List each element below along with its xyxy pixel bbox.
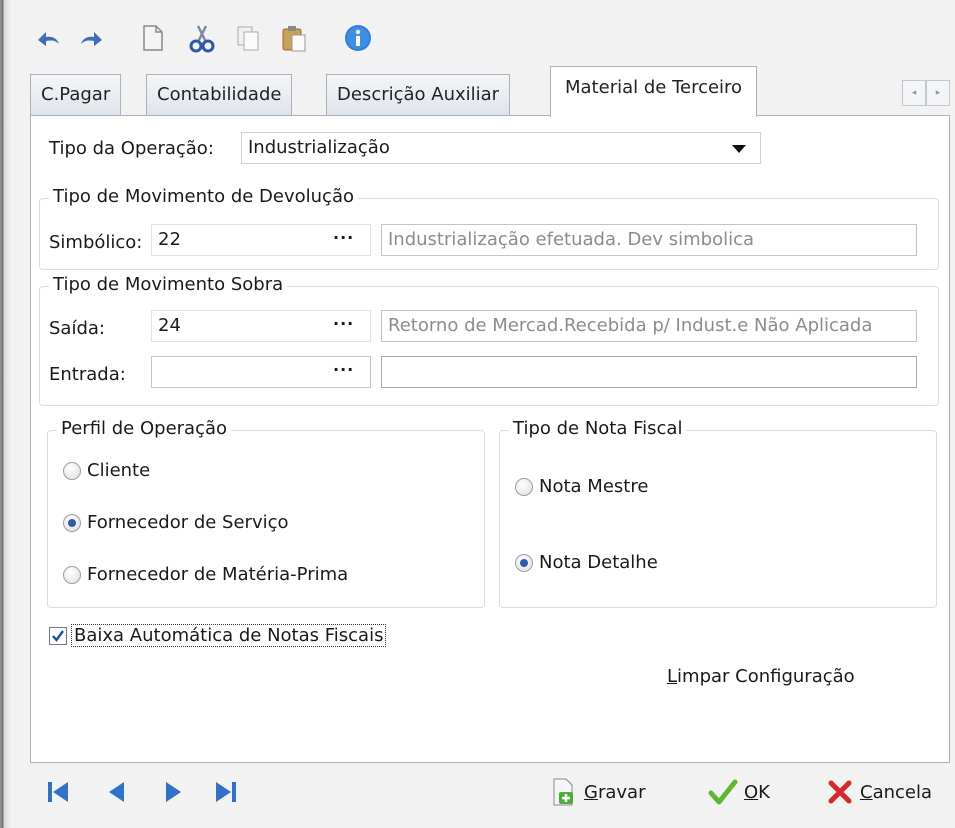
cancela-mnemonic: C [860, 781, 873, 803]
operation-label: Tipo da Operação: [49, 138, 214, 159]
radio-button-selected-icon [515, 553, 533, 572]
radio-nota-detalhe-label: Nota Detalhe [539, 552, 658, 573]
radio-fornecedor-servico[interactable]: Fornecedor de Serviço [63, 512, 289, 533]
undo-icon[interactable] [32, 22, 64, 54]
limpar-mnemonic: L [667, 666, 678, 687]
saida-description: Retorno de Mercad.Recebida p/ Indust.e N… [381, 310, 917, 342]
entrada-lookup-button[interactable]: ··· [333, 360, 354, 379]
toolbar [26, 14, 426, 62]
operation-select[interactable]: Industrialização [241, 132, 761, 164]
simbolico-lookup-button[interactable]: ··· [333, 228, 354, 247]
tab-scroll-right-button[interactable]: ▸ [926, 80, 950, 106]
tab-material-de-terceiro[interactable]: Material de Terceiro [550, 66, 758, 117]
new-document-icon[interactable] [136, 22, 168, 54]
baixa-automatica-checkbox[interactable]: Baixa Automática de Notas Fiscais [49, 624, 387, 647]
close-icon [828, 780, 852, 804]
radio-button-icon [515, 477, 533, 496]
operation-value: Industrialização [248, 137, 390, 158]
info-icon[interactable] [342, 22, 374, 54]
redo-icon[interactable] [76, 22, 108, 54]
gravar-label: ravar [597, 781, 646, 803]
paste-icon[interactable] [278, 22, 310, 54]
radio-nota-mestre-label: Nota Mestre [539, 476, 649, 497]
last-record-icon[interactable] [212, 777, 240, 807]
tab-scroll-buttons: ◂ ▸ [902, 80, 950, 106]
material-de-terceiro-panel: Tipo da Operação: Industrialização Tipo … [30, 115, 950, 763]
cancela-label: ancela [872, 781, 933, 803]
sobra-group [39, 286, 939, 406]
tab-c-pagar[interactable]: C.Pagar [30, 74, 122, 116]
radio-nota-detalhe[interactable]: Nota Detalhe [515, 552, 658, 573]
radio-button-icon [63, 565, 81, 584]
cancela-button[interactable]: Cancela [826, 777, 932, 807]
nota-group [499, 430, 937, 608]
first-record-icon[interactable] [44, 777, 72, 807]
cut-icon[interactable] [186, 22, 218, 54]
tab-bar: C.Pagar Contabilidade Descrição Auxiliar… [30, 66, 950, 117]
chevron-down-icon [732, 145, 746, 153]
copy-icon[interactable] [232, 22, 264, 54]
devolucao-title: Tipo de Movimento de Devolução [49, 186, 358, 207]
check-icon [708, 779, 738, 805]
tab-descricao-auxiliar[interactable]: Descrição Auxiliar [326, 74, 511, 116]
radio-button-selected-icon [63, 513, 81, 532]
entrada-label: Entrada: [49, 364, 126, 385]
perfil-title: Perfil de Operação [57, 418, 232, 439]
checkbox-box [49, 626, 67, 645]
radio-fornecedor-materia-prima-label: Fornecedor de Matéria-Prima [87, 564, 349, 585]
limpar-label: impar Configuração [677, 666, 855, 687]
previous-record-icon[interactable] [104, 777, 132, 807]
radio-nota-mestre[interactable]: Nota Mestre [515, 476, 648, 497]
next-record-icon[interactable] [158, 777, 186, 807]
saida-label: Saída: [49, 318, 105, 339]
saida-lookup-button[interactable]: ··· [333, 314, 354, 333]
radio-cliente-label: Cliente [87, 460, 151, 481]
limpar-configuracao-button[interactable]: Limpar Configuração [667, 666, 855, 687]
radio-cliente[interactable]: Cliente [63, 460, 150, 481]
nota-title: Tipo de Nota Fiscal [509, 418, 687, 439]
entrada-description [381, 356, 917, 388]
simbolico-description: Industrialização efetuada. Dev simbolica [381, 224, 917, 256]
ok-mnemonic: O [744, 781, 759, 803]
save-document-icon [553, 778, 573, 806]
bottom-bar: Gravar OK Cancela [30, 765, 950, 825]
sobra-title: Tipo de Movimento Sobra [49, 274, 288, 295]
gravar-button[interactable]: Gravar [550, 777, 645, 807]
radio-fornecedor-materia-prima[interactable]: Fornecedor de Matéria-Prima [63, 564, 348, 585]
window-edge [0, 0, 10, 828]
ok-label: K [758, 781, 770, 803]
radio-button-icon [63, 461, 81, 480]
checkmark-icon [52, 629, 64, 642]
tab-contabilidade[interactable]: Contabilidade [146, 74, 293, 116]
gravar-mnemonic: G [584, 781, 598, 803]
tab-scroll-left-button[interactable]: ◂ [902, 80, 926, 106]
simbolico-label: Simbólico: [49, 232, 143, 253]
radio-fornecedor-servico-label: Fornecedor de Serviço [87, 512, 289, 533]
baixa-automatica-label: Baixa Automática de Notas Fiscais [71, 624, 387, 647]
ok-button[interactable]: OK [708, 777, 770, 807]
